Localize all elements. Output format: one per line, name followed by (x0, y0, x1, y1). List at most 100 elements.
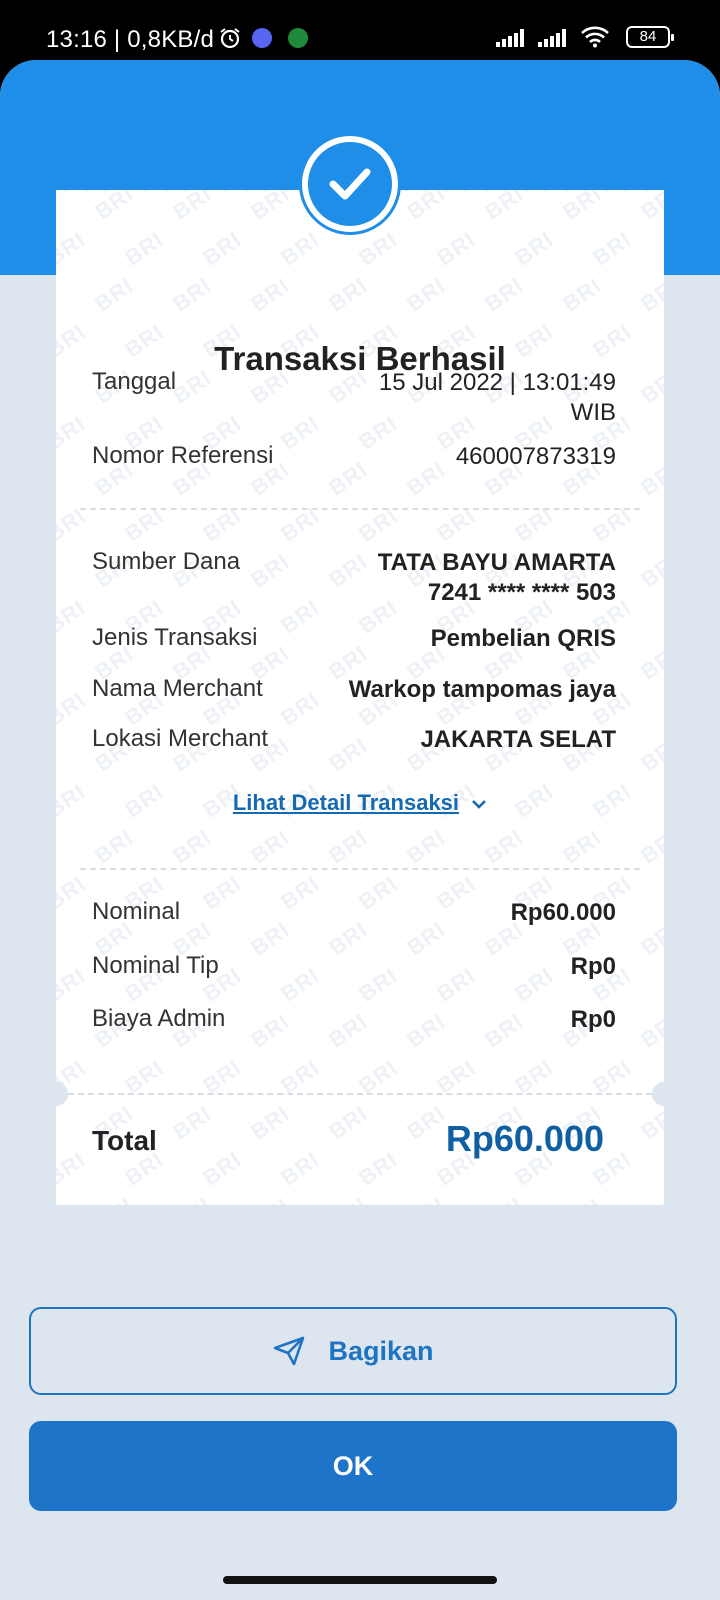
watermark-tile: BRI (56, 962, 91, 1007)
chevron-down-icon[interactable] (471, 798, 487, 810)
detail-transaction-link[interactable]: Lihat Detail Transaksi (0, 790, 720, 816)
discord-icon (252, 28, 272, 48)
nominal-label: Nominal (92, 898, 181, 925)
watermark-tile: BRI (56, 272, 61, 317)
watermark-tile: BRI (56, 686, 91, 731)
total-label: Total (92, 1125, 157, 1156)
reference-label: Nomor Referensi (92, 442, 274, 469)
ok-button-label: OK (332, 1450, 374, 1481)
detail-link-text[interactable]: Lihat Detail Transaksi (233, 790, 459, 815)
watermark-tile: BRI (480, 272, 529, 317)
watermark-tile: BRI (636, 456, 664, 501)
watermark-tile: BRI (90, 272, 139, 317)
admin-fee-value: Rp0 (570, 1006, 616, 1033)
date-value-line2: WIB (570, 399, 616, 426)
watermark-tile: BRI (354, 226, 403, 271)
source-name: TATA BAYU AMARTA (377, 549, 616, 576)
watermark-tile: BRI (636, 640, 664, 685)
divider (68, 1093, 652, 1095)
status-icons-right: 84 (496, 26, 674, 48)
receipt-notch-right (652, 1082, 676, 1106)
alarm-icon (220, 28, 240, 49)
transaction-type-row: Jenis Transaksi Pembelian QRIS (92, 624, 616, 654)
watermark-tile: BRI (168, 272, 217, 317)
watermark-tile: BRI (636, 1100, 664, 1145)
watermark-tile: BRI (636, 824, 664, 869)
nominal-value: Rp60.000 (510, 899, 616, 926)
watermark-tile: BRI (324, 272, 373, 317)
watermark-tile: BRI (56, 594, 91, 639)
date-row: Tanggal 15 Jul 2022 | 13:01:49 WIB (92, 368, 616, 428)
signal-icon (496, 27, 524, 47)
date-value: 15 Jul 2022 | 13:01:49 WIB (379, 368, 616, 428)
transaction-type-value: Pembelian QRIS (430, 625, 616, 652)
location-label: Lokasi Merchant (92, 725, 269, 752)
watermark-tile: BRI (636, 916, 664, 961)
watermark-tile: BRI (90, 824, 139, 869)
watermark-tile: BRI (276, 226, 325, 271)
watermark-tile: BRI (168, 1100, 217, 1145)
watermark-tile: BRI (56, 916, 61, 961)
reference-value: 460007873319 (455, 443, 616, 470)
ok-button[interactable]: OK (29, 1421, 677, 1511)
admin-fee-label: Biaya Admin (92, 1005, 226, 1032)
status-bar: 13:16 | 0,8KB/d 84 (0, 0, 720, 60)
tip-value: Rp0 (570, 953, 616, 980)
watermark-tile: BRI (246, 272, 295, 317)
receipt-notch-left (44, 1082, 68, 1106)
watermark-tile: BRI (120, 226, 169, 271)
watermark-tile: BRI (480, 824, 529, 869)
source-account: 7241 **** **** 503 (427, 579, 616, 606)
home-indicator[interactable] (223, 1576, 497, 1584)
location-row: Lokasi Merchant JAKARTA SELAT (92, 725, 616, 755)
watermark-tile: BRI (56, 824, 61, 869)
watermark-tile: BRI (56, 1008, 61, 1053)
share-button-label: Bagikan (328, 1335, 434, 1366)
tip-row: Nominal Tip Rp0 (92, 952, 616, 982)
watermark-tile: BRI (56, 226, 91, 271)
admin-fee-row: Biaya Admin Rp0 (92, 1005, 616, 1035)
watermark-tile: BRI (588, 226, 637, 271)
watermark-tile: BRI (246, 824, 295, 869)
watermark-tile: BRI (324, 1100, 373, 1145)
status-time: 13:16 | 0,8KB/d (46, 26, 215, 53)
source-row: Sumber Dana TATA BAYU AMARTA 7241 **** *… (92, 548, 616, 608)
watermark-tile: BRI (558, 272, 607, 317)
watermark-tile: BRI (636, 272, 664, 317)
watermark-tile: BRI (56, 410, 91, 455)
signal-icon-2 (538, 27, 566, 47)
divider (80, 868, 640, 870)
watermark-tile: BRI (56, 732, 61, 777)
send-icon (274, 1336, 305, 1366)
watermark-tile: BRI (636, 732, 664, 777)
location-value: JAKARTA SELAT (420, 726, 616, 753)
battery-indicator: 84 (626, 26, 674, 48)
watermark-tile: BRI (402, 824, 451, 869)
watermark-tile: BRI (432, 226, 481, 271)
reference-row: Nomor Referensi 460007873319 (92, 442, 616, 472)
watermark-tile: BRI (276, 1146, 325, 1191)
checkmark-icon (329, 168, 371, 200)
watermark-tile: BRI (56, 1100, 61, 1145)
share-button[interactable]: Bagikan (29, 1307, 677, 1395)
source-label: Sumber Dana (92, 548, 241, 575)
tip-label: Nominal Tip (92, 952, 219, 979)
watermark-tile: BRI (56, 1146, 91, 1191)
merchant-value: Warkop tampomas jaya (348, 676, 616, 703)
merchant-label: Nama Merchant (92, 675, 263, 702)
source-value: TATA BAYU AMARTA 7241 **** **** 503 (378, 548, 616, 608)
transaction-type-label: Jenis Transaksi (92, 624, 258, 651)
merchant-row: Nama Merchant Warkop tampomas jaya (92, 675, 616, 705)
watermark-tile: BRI (324, 824, 373, 869)
success-badge (302, 136, 398, 232)
total-value: Rp60.000 (445, 1118, 604, 1159)
status-icons-left (218, 26, 308, 50)
watermark-tile: BRI (168, 824, 217, 869)
app-notification-icon (288, 28, 308, 48)
divider (80, 508, 640, 510)
watermark-tile: BRI (558, 824, 607, 869)
watermark-tile: BRI (198, 226, 247, 271)
watermark-tile: BRI (402, 272, 451, 317)
watermark-tile: BRI (56, 456, 61, 501)
watermark-tile: BRI (56, 870, 91, 915)
